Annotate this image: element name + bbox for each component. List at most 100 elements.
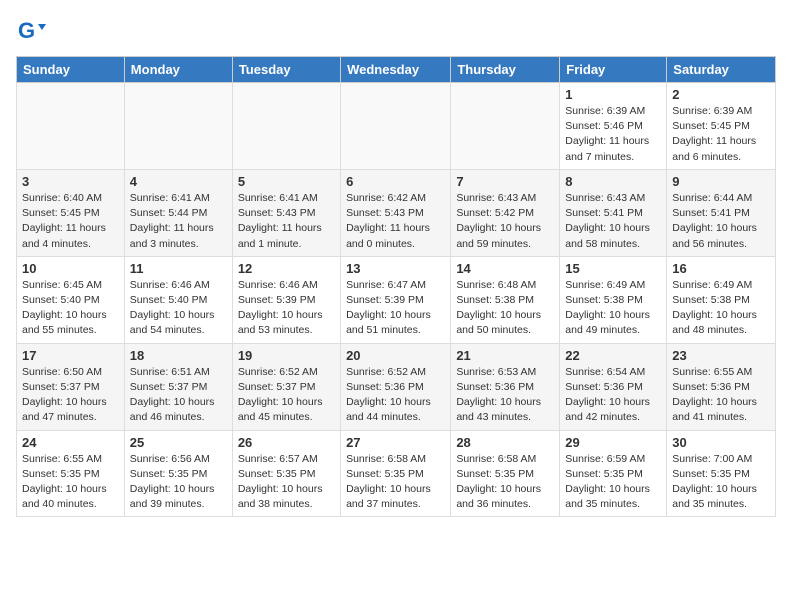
calendar-cell: 10 Sunrise: 6:45 AM Sunset: 5:40 PM Dayli… [17, 256, 125, 343]
calendar-cell [451, 83, 560, 170]
calendar-cell: 20 Sunrise: 6:52 AM Sunset: 5:36 PM Dayli… [341, 343, 451, 430]
calendar-cell: 12 Sunrise: 6:46 AM Sunset: 5:39 PM Dayli… [232, 256, 340, 343]
day-info: Sunrise: 6:52 AM Sunset: 5:37 PM Dayligh… [238, 365, 335, 426]
calendar-cell: 9 Sunrise: 6:44 AM Sunset: 5:41 PM Daylig… [667, 169, 776, 256]
calendar-week-row: 3Sunrise: 6:40 AM Sunset: 5:45 PM Daylig… [17, 169, 776, 256]
logo: G [16, 16, 50, 46]
day-info: Sunrise: 6:50 AM Sunset: 5:37 PM Dayligh… [22, 365, 119, 426]
calendar-cell: 19 Sunrise: 6:52 AM Sunset: 5:37 PM Dayli… [232, 343, 340, 430]
day-info: Sunrise: 6:39 AM Sunset: 5:45 PM Dayligh… [672, 104, 770, 165]
day-number: 24 [22, 435, 119, 450]
day-info: Sunrise: 6:51 AM Sunset: 5:37 PM Dayligh… [130, 365, 227, 426]
calendar-cell: 23 Sunrise: 6:55 AM Sunset: 5:36 PM Dayli… [667, 343, 776, 430]
day-number: 9 [672, 174, 770, 189]
day-info: Sunrise: 6:55 AM Sunset: 5:35 PM Dayligh… [22, 452, 119, 513]
day-number: 1 [565, 87, 661, 102]
day-info: Sunrise: 6:46 AM Sunset: 5:40 PM Dayligh… [130, 278, 227, 339]
day-header-monday: Monday [124, 57, 232, 83]
calendar-cell: 13 Sunrise: 6:47 AM Sunset: 5:39 PM Dayli… [341, 256, 451, 343]
day-number: 16 [672, 261, 770, 276]
day-number: 7 [456, 174, 554, 189]
calendar-cell [124, 83, 232, 170]
calendar-cell: 16 Sunrise: 6:49 AM Sunset: 5:38 PM Dayli… [667, 256, 776, 343]
day-info: Sunrise: 7:00 AM Sunset: 5:35 PM Dayligh… [672, 452, 770, 513]
day-info: Sunrise: 6:39 AM Sunset: 5:46 PM Dayligh… [565, 104, 661, 165]
calendar-week-row: 1 Sunrise: 6:39 AM Sunset: 5:46 PM Daylig… [17, 83, 776, 170]
day-header-thursday: Thursday [451, 57, 560, 83]
day-number: 17 [22, 348, 119, 363]
day-header-wednesday: Wednesday [341, 57, 451, 83]
calendar-cell: 24 Sunrise: 6:55 AM Sunset: 5:35 PM Dayli… [17, 430, 125, 517]
day-info: Sunrise: 6:43 AM Sunset: 5:41 PM Dayligh… [565, 191, 661, 252]
day-number: 28 [456, 435, 554, 450]
day-number: 26 [238, 435, 335, 450]
calendar-cell: 15 Sunrise: 6:49 AM Sunset: 5:38 PM Dayli… [560, 256, 667, 343]
calendar-cell: 17 Sunrise: 6:50 AM Sunset: 5:37 PM Dayli… [17, 343, 125, 430]
svg-text:G: G [18, 18, 35, 43]
day-info: Sunrise: 6:59 AM Sunset: 5:35 PM Dayligh… [565, 452, 661, 513]
day-info: Sunrise: 6:54 AM Sunset: 5:36 PM Dayligh… [565, 365, 661, 426]
day-info: Sunrise: 6:58 AM Sunset: 5:35 PM Dayligh… [346, 452, 445, 513]
day-number: 25 [130, 435, 227, 450]
calendar-cell [341, 83, 451, 170]
calendar-week-row: 10 Sunrise: 6:45 AM Sunset: 5:40 PM Dayli… [17, 256, 776, 343]
day-header-tuesday: Tuesday [232, 57, 340, 83]
day-info: Sunrise: 6:43 AM Sunset: 5:42 PM Dayligh… [456, 191, 554, 252]
day-info: Sunrise: 6:41 AM Sunset: 5:44 PM Dayligh… [130, 191, 227, 252]
day-info: Sunrise: 6:48 AM Sunset: 5:38 PM Dayligh… [456, 278, 554, 339]
calendar-cell: 8 Sunrise: 6:43 AM Sunset: 5:41 PM Daylig… [560, 169, 667, 256]
day-header-saturday: Saturday [667, 57, 776, 83]
calendar-cell: 26 Sunrise: 6:57 AM Sunset: 5:35 PM Dayli… [232, 430, 340, 517]
day-number: 19 [238, 348, 335, 363]
day-number: 12 [238, 261, 335, 276]
day-number: 11 [130, 261, 227, 276]
day-number: 10 [22, 261, 119, 276]
day-info: Sunrise: 6:55 AM Sunset: 5:36 PM Dayligh… [672, 365, 770, 426]
calendar-header-row: SundayMondayTuesdayWednesdayThursdayFrid… [17, 57, 776, 83]
calendar-table: SundayMondayTuesdayWednesdayThursdayFrid… [16, 56, 776, 517]
day-info: Sunrise: 6:58 AM Sunset: 5:35 PM Dayligh… [456, 452, 554, 513]
day-info: Sunrise: 6:53 AM Sunset: 5:36 PM Dayligh… [456, 365, 554, 426]
day-number: 13 [346, 261, 445, 276]
day-info: Sunrise: 6:49 AM Sunset: 5:38 PM Dayligh… [565, 278, 661, 339]
day-header-friday: Friday [560, 57, 667, 83]
day-number: 30 [672, 435, 770, 450]
calendar-cell: 18 Sunrise: 6:51 AM Sunset: 5:37 PM Dayli… [124, 343, 232, 430]
day-info: Sunrise: 6:49 AM Sunset: 5:38 PM Dayligh… [672, 278, 770, 339]
day-info: Sunrise: 6:57 AM Sunset: 5:35 PM Dayligh… [238, 452, 335, 513]
day-number: 27 [346, 435, 445, 450]
day-info: Sunrise: 6:40 AM Sunset: 5:45 PM Dayligh… [22, 191, 119, 252]
day-number: 18 [130, 348, 227, 363]
day-info: Sunrise: 6:56 AM Sunset: 5:35 PM Dayligh… [130, 452, 227, 513]
day-info: Sunrise: 6:52 AM Sunset: 5:36 PM Dayligh… [346, 365, 445, 426]
day-number: 14 [456, 261, 554, 276]
day-number: 23 [672, 348, 770, 363]
calendar-cell: 28 Sunrise: 6:58 AM Sunset: 5:35 PM Dayli… [451, 430, 560, 517]
page-header: G [16, 16, 776, 46]
calendar-cell: 30 Sunrise: 7:00 AM Sunset: 5:35 PM Dayli… [667, 430, 776, 517]
day-info: Sunrise: 6:45 AM Sunset: 5:40 PM Dayligh… [22, 278, 119, 339]
calendar-cell: 27 Sunrise: 6:58 AM Sunset: 5:35 PM Dayli… [341, 430, 451, 517]
calendar-cell: 6Sunrise: 6:42 AM Sunset: 5:43 PM Daylig… [341, 169, 451, 256]
day-number: 6 [346, 174, 445, 189]
calendar-cell: 25 Sunrise: 6:56 AM Sunset: 5:35 PM Dayli… [124, 430, 232, 517]
calendar-cell: 7 Sunrise: 6:43 AM Sunset: 5:42 PM Daylig… [451, 169, 560, 256]
day-number: 5 [238, 174, 335, 189]
day-number: 21 [456, 348, 554, 363]
calendar-cell [17, 83, 125, 170]
day-info: Sunrise: 6:47 AM Sunset: 5:39 PM Dayligh… [346, 278, 445, 339]
day-header-sunday: Sunday [17, 57, 125, 83]
day-number: 8 [565, 174, 661, 189]
calendar-cell: 14 Sunrise: 6:48 AM Sunset: 5:38 PM Dayli… [451, 256, 560, 343]
day-info: Sunrise: 6:46 AM Sunset: 5:39 PM Dayligh… [238, 278, 335, 339]
calendar-cell: 22Sunrise: 6:54 AM Sunset: 5:36 PM Dayli… [560, 343, 667, 430]
day-info: Sunrise: 6:41 AM Sunset: 5:43 PM Dayligh… [238, 191, 335, 252]
logo-icon: G [16, 16, 46, 46]
day-number: 20 [346, 348, 445, 363]
day-number: 15 [565, 261, 661, 276]
calendar-cell [232, 83, 340, 170]
calendar-cell: 21 Sunrise: 6:53 AM Sunset: 5:36 PM Dayli… [451, 343, 560, 430]
calendar-cell: 3Sunrise: 6:40 AM Sunset: 5:45 PM Daylig… [17, 169, 125, 256]
day-info: Sunrise: 6:44 AM Sunset: 5:41 PM Dayligh… [672, 191, 770, 252]
calendar-cell: 4Sunrise: 6:41 AM Sunset: 5:44 PM Daylig… [124, 169, 232, 256]
